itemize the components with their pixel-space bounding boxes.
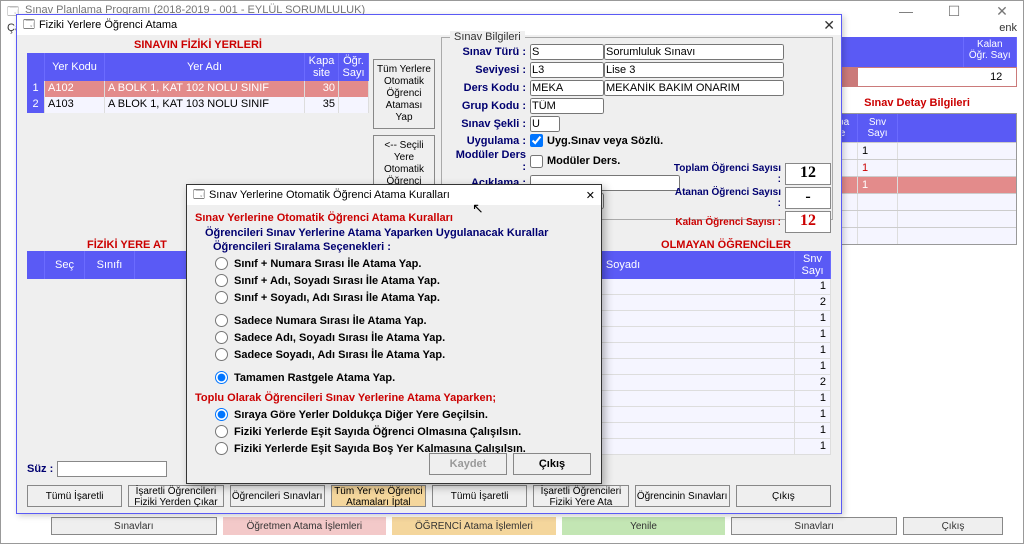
sekli-code[interactable] bbox=[530, 116, 560, 132]
modal-app-icon: 🗔 bbox=[193, 186, 205, 205]
suz-label: Süz : bbox=[27, 463, 53, 475]
assigned-count: - bbox=[785, 187, 831, 209]
table-row[interactable]: 301 bbox=[818, 159, 1016, 176]
seviye-code[interactable] bbox=[530, 62, 604, 78]
col-yeradi: Yer Adı bbox=[105, 53, 305, 81]
filter-row: Süz : bbox=[27, 461, 167, 477]
col-sinif: Sınıfı bbox=[85, 251, 135, 279]
suz-input[interactable] bbox=[57, 461, 167, 477]
total-count: 12 bbox=[785, 163, 831, 185]
sinav-turu-code[interactable] bbox=[530, 44, 604, 60]
ders-code[interactable] bbox=[530, 80, 604, 96]
phys-places: SINAVIN FİZİKİ YERLERİ Yer Kodu Yer Adı … bbox=[27, 39, 369, 113]
seg-ogretmen[interactable]: Öğretmen Atama İşlemleri bbox=[223, 517, 387, 535]
phys-table: Yer Kodu Yer Adı Kapa site Öğr. Sayı 1 A… bbox=[27, 53, 369, 113]
minimize-button[interactable]: — bbox=[889, 3, 923, 20]
btn-cikis[interactable]: Çıkış bbox=[736, 485, 831, 507]
uyg-checkbox[interactable] bbox=[530, 134, 543, 147]
radio-p2[interactable]: Fiziki Yerlerde Eşit Sayıda Öğrenci Olma… bbox=[215, 425, 593, 438]
maximize-button[interactable]: ☐ bbox=[937, 3, 971, 20]
rules-modal: 🗔 Sınav Yerlerine Otomatik Öğrenci Atama… bbox=[186, 184, 602, 484]
btn-ogr-sinav1[interactable]: Öğrencileri Sınavları bbox=[230, 485, 325, 507]
col-sec: Seç bbox=[45, 251, 85, 279]
detay-table: Kapa site Snv Sayı 301 301 351 28 16 30 bbox=[817, 113, 1017, 245]
info-legend: Sınav Bilgileri bbox=[450, 31, 525, 43]
right-panel: Kalan Öğr. Sayı 12 Sınav Detay Bilgileri… bbox=[817, 37, 1017, 245]
btn-tumu-isaretli2[interactable]: Tümü İşaretli bbox=[432, 485, 527, 507]
counts: Toplam Öğrenci Sayısı :12 Atanan Öğrenci… bbox=[673, 163, 831, 235]
close-button[interactable]: ✕ bbox=[985, 3, 1019, 20]
phys-header: SINAVIN FİZİKİ YERLERİ bbox=[27, 39, 369, 51]
rp-red-row[interactable]: 12 bbox=[817, 67, 1017, 87]
sinav-turu-desc[interactable] bbox=[604, 44, 784, 60]
sub-bottom-buttons: Tümü İşaretli İşaretli Öğrencileri Fizik… bbox=[27, 485, 831, 507]
window-buttons: — ☐ ✕ bbox=[889, 3, 1019, 20]
btn-iptal[interactable]: Tüm Yer ve Öğrenci Atamaları İptal bbox=[331, 485, 426, 507]
col-snvsayi: Snv Sayı bbox=[795, 251, 831, 279]
modal-txt1: Öğrencileri Sınav Yerlerine Atama Yapark… bbox=[205, 227, 593, 239]
table-row[interactable]: 28 bbox=[818, 193, 1016, 210]
seg-sinav[interactable]: Sınavları bbox=[51, 517, 217, 535]
sub-title-bar: 🗔 Fiziki Yerlere Öğrenci Atama ✕ bbox=[17, 15, 841, 35]
radio-o1[interactable]: Sınıf + Numara Sırası İle Atama Yap. bbox=[215, 257, 593, 270]
table-row[interactable]: 1 A102 A BOLK 1, KAT 102 NOLU SINIF 30 bbox=[27, 81, 369, 97]
radio-o6[interactable]: Sadece Soyadı, Adı Sırası İle Atama Yap. bbox=[215, 348, 593, 361]
radio-p1[interactable]: Sıraya Göre Yerler Doldukça Diğer Yere G… bbox=[215, 408, 593, 421]
col-yerkodu: Yer Kodu bbox=[45, 53, 105, 81]
modal-title-bar: 🗔 Sınav Yerlerine Otomatik Öğrenci Atama… bbox=[187, 185, 601, 205]
detay-title: Sınav Detay Bilgileri bbox=[817, 97, 1017, 109]
seg-sinav2[interactable]: Sınavları bbox=[731, 517, 897, 535]
table-row[interactable]: 351 bbox=[818, 176, 1016, 193]
menu-renk[interactable]: enk bbox=[999, 22, 1017, 34]
ders-desc[interactable] bbox=[604, 80, 784, 96]
right-headers: Kalan Öğr. Sayı bbox=[817, 37, 1017, 67]
table-row[interactable]: 2 A103 A BLOK 1, KAT 103 NOLU SINIF 35 bbox=[27, 97, 369, 113]
table-row[interactable]: 301 bbox=[818, 142, 1016, 159]
seg-ogrenci[interactable]: ÖĞRENCİ Atama İşlemleri bbox=[392, 517, 556, 535]
mod-checkbox[interactable] bbox=[530, 155, 543, 168]
col-kapasite: Kapa site bbox=[305, 53, 339, 81]
modal-title: Sınav Yerlerine Otomatik Öğrenci Atama K… bbox=[209, 189, 450, 201]
modal-close-icon[interactable]: ✕ bbox=[586, 189, 595, 202]
table-row[interactable]: 30 bbox=[818, 227, 1016, 244]
remaining-count: 12 bbox=[785, 211, 831, 233]
sub-title: Fiziki Yerlere Öğrenci Atama bbox=[39, 19, 177, 31]
modal-txt2: Öğrencileri Sıralama Seçenekleri : bbox=[213, 241, 593, 253]
btn-tumu-isaretli1[interactable]: Tümü İşaretli bbox=[27, 485, 122, 507]
btn-ata[interactable]: İşaretli Öğrencileri Fiziki Yere Ata bbox=[533, 485, 628, 507]
assign-all-button[interactable]: Tüm Yerlere Otomatik Öğrenci Ataması Yap bbox=[373, 59, 435, 129]
table-row[interactable]: 16 bbox=[818, 210, 1016, 227]
rp-hdr-kalan: Kalan Öğr. Sayı bbox=[964, 37, 1018, 67]
radio-o4[interactable]: Sadece Numara Sırası İle Atama Yap. bbox=[215, 314, 593, 327]
sub-close-icon[interactable]: ✕ bbox=[823, 17, 835, 34]
radio-o7[interactable]: Tamamen Rastgele Atama Yap. bbox=[215, 371, 593, 384]
seviye-desc[interactable] bbox=[604, 62, 784, 78]
modal-sec1: Sınav Yerlerine Otomatik Öğrenci Atama K… bbox=[195, 212, 593, 224]
save-button[interactable]: Kaydet bbox=[429, 453, 507, 475]
radio-o5[interactable]: Sadece Adı, Soyadı Sırası İle Atama Yap. bbox=[215, 331, 593, 344]
radio-o2[interactable]: Sınıf + Adı, Soyadı Sırası İle Atama Yap… bbox=[215, 274, 593, 287]
sub-app-icon: 🗔 bbox=[23, 16, 35, 35]
modal-body: Sınav Yerlerine Otomatik Öğrenci Atama K… bbox=[187, 205, 601, 459]
seg-cikis[interactable]: Çıkış bbox=[903, 517, 1003, 535]
modal-buttons: Kaydet Çıkış bbox=[429, 453, 591, 475]
seg-yenile[interactable]: Yenile bbox=[562, 517, 726, 535]
modal-sec2: Toplu Olarak Öğrencileri Sınav Yerlerine… bbox=[195, 392, 593, 404]
btn-ogr-sinav2[interactable]: Öğrencinin Sınavları bbox=[635, 485, 730, 507]
grup-code[interactable] bbox=[530, 98, 604, 114]
exit-button[interactable]: Çıkış bbox=[513, 453, 591, 475]
rp-red-val: 12 bbox=[976, 68, 1016, 86]
bottom-strip: Sınavları Öğretmen Atama İşlemleri ÖĞREN… bbox=[51, 517, 1003, 535]
radio-o3[interactable]: Sınıf + Soyadı, Adı Sırası İle Atama Yap… bbox=[215, 291, 593, 304]
col-ogr: Öğr. Sayı bbox=[339, 53, 369, 81]
btn-cikar[interactable]: İşaretli Öğrencileri Fiziki Yerden Çıkar bbox=[128, 485, 223, 507]
col-snv: Snv Sayı bbox=[858, 114, 898, 142]
